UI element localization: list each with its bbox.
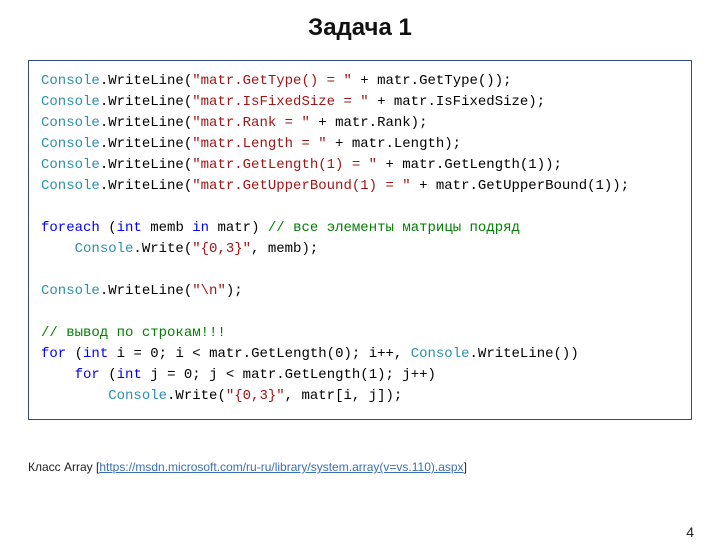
msdn-link[interactable]: https://msdn.microsoft.com/ru-ru/library…: [99, 460, 463, 474]
code-block: Console.WriteLine("matr.GetType() = " + …: [28, 60, 692, 420]
slide-title: Задача 1: [0, 14, 720, 42]
caption-suffix: ]: [464, 460, 467, 474]
page-number: 4: [686, 524, 694, 540]
array-class-reference: Класс Array [https://msdn.microsoft.com/…: [28, 460, 692, 474]
caption-prefix: Класс Array [: [28, 460, 99, 474]
